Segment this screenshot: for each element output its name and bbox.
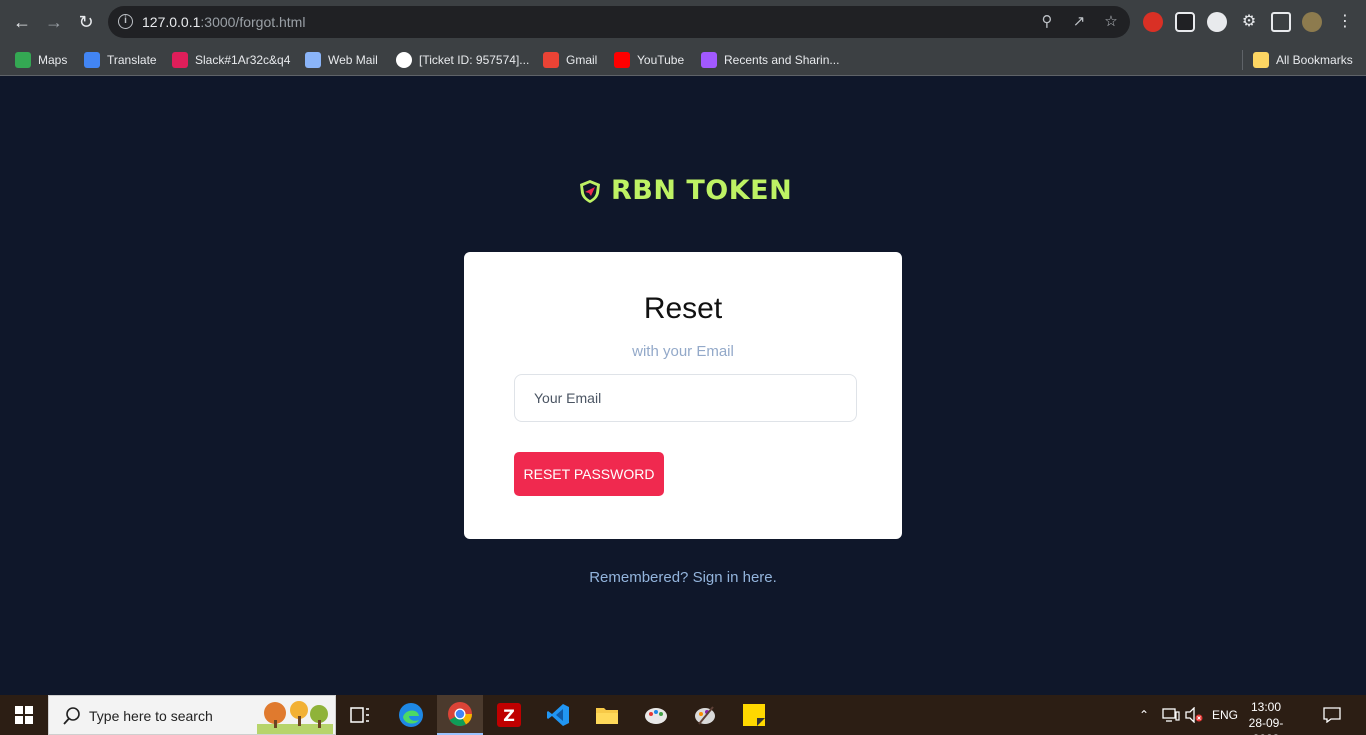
windows-logo-icon — [15, 706, 33, 724]
page-content: RBN TOKEN Reset with your Email RESET PA… — [0, 76, 1366, 695]
autumn-scene-icon — [257, 701, 333, 734]
chrome-icon — [448, 702, 472, 727]
page-title: Reset — [643, 292, 723, 325]
reset-card: Reset with your Email RESET PASSWORD — [464, 252, 902, 539]
menu-dots-icon[interactable]: ⋮ — [1334, 11, 1356, 33]
notification-icon — [1323, 707, 1341, 723]
paint-palette-icon — [645, 708, 667, 724]
bookmarks-divider — [1242, 50, 1243, 70]
bookmark-ticket[interactable]: [Ticket ID: 957574]... — [396, 50, 529, 70]
taskbar-search-box[interactable]: Type here to search — [48, 695, 336, 735]
input-language[interactable]: ENG — [1212, 695, 1238, 735]
site-info-icon[interactable]: i — [118, 14, 133, 29]
windows-start-button[interactable] — [0, 695, 48, 735]
taskbar-chrome[interactable] — [437, 695, 483, 735]
svg-text:Z: Z — [503, 706, 515, 725]
browser-toolbar: ← → ↻ i 127.0.0.1:3000/forgot.html ⚲ ↗ ☆… — [0, 0, 1366, 44]
figma-icon — [701, 52, 717, 68]
vscode-icon — [547, 704, 569, 726]
chevron-up-icon: ⌃ — [1139, 708, 1150, 722]
reset-password-button[interactable]: RESET PASSWORD — [514, 452, 664, 496]
adblock-extension-icon[interactable] — [1143, 12, 1163, 32]
taskbar-clock[interactable]: 13:00 28-09-2023 — [1238, 699, 1294, 735]
profile-avatar[interactable] — [1302, 12, 1322, 32]
eyedropper-extension-icon[interactable] — [1175, 12, 1195, 32]
network-status[interactable] — [1162, 695, 1180, 735]
gmail-icon — [543, 52, 559, 68]
brand-name: RBN TOKEN — [611, 175, 793, 206]
taskbar-file-explorer[interactable] — [584, 695, 630, 735]
edge-icon — [399, 703, 423, 727]
bookmarks-bar: Maps Translate Slack#1Ar32c&q4 Web Mail … — [0, 44, 1366, 76]
taskbar-sticky-notes[interactable] — [731, 695, 777, 735]
clock-date: 28-09-2023 — [1248, 716, 1284, 735]
bookmark-maps[interactable]: Maps — [15, 50, 67, 70]
clock-time: 13:00 — [1250, 700, 1282, 714]
all-bookmarks[interactable]: All Bookmarks — [1253, 50, 1353, 70]
bookmark-slack[interactable]: Slack#1Ar32c&q4 — [172, 50, 290, 70]
volume-status[interactable] — [1185, 695, 1203, 735]
task-view-button[interactable] — [337, 695, 383, 735]
address-bar[interactable]: i 127.0.0.1:3000/forgot.html ⚲ ↗ ☆ — [108, 6, 1130, 38]
slack-icon — [172, 52, 188, 68]
taskbar-paint[interactable] — [633, 695, 679, 735]
taskbar-vscode[interactable] — [535, 695, 581, 735]
maps-icon — [15, 52, 31, 68]
sign-in-link[interactable]: Remembered? Sign in here. — [0, 569, 1366, 586]
brand-logo[interactable]: RBN TOKEN — [577, 175, 792, 206]
bookmark-star-icon[interactable]: ☆ — [1102, 13, 1120, 31]
share-icon[interactable]: ↗ — [1070, 13, 1088, 31]
forward-arrow-icon[interactable]: → — [43, 11, 65, 33]
reload-icon[interactable]: ↻ — [75, 11, 97, 33]
search-icon — [63, 707, 80, 725]
taskbar: Type here to search Z ⌃ ENG 13:00 28-09- — [0, 695, 1366, 735]
youtube-icon — [614, 52, 630, 68]
taskbar-paint3d[interactable] — [682, 695, 728, 735]
bookmark-translate[interactable]: Translate — [84, 50, 157, 70]
zoom-icon[interactable]: ⚲ — [1038, 13, 1056, 31]
filezilla-icon: Z — [497, 703, 521, 727]
url-text[interactable]: 127.0.0.1:3000/forgot.html — [142, 14, 305, 30]
paint-brush-icon — [695, 706, 715, 725]
folder-icon — [596, 708, 618, 724]
email-field[interactable] — [514, 374, 857, 422]
google-icon — [396, 52, 412, 68]
translate-icon — [84, 52, 100, 68]
sticky-notes-icon — [743, 704, 765, 726]
bookmark-figma[interactable]: Recents and Sharin... — [701, 50, 839, 70]
show-hidden-icons-button[interactable]: ⌃ — [1139, 695, 1149, 735]
bookmark-youtube[interactable]: YouTube — [614, 50, 684, 70]
taskbar-edge[interactable] — [388, 695, 434, 735]
network-icon — [1162, 708, 1180, 722]
bookmark-gmail[interactable]: Gmail — [543, 50, 597, 70]
back-arrow-icon[interactable]: ← — [11, 11, 33, 33]
notifications-button[interactable] — [1323, 695, 1341, 735]
extension-icon[interactable] — [1207, 12, 1227, 32]
page-subtitle: with your Email — [632, 343, 734, 360]
mail-icon — [305, 52, 321, 68]
bookmark-webmail[interactable]: Web Mail — [305, 50, 378, 70]
taskbar-filezilla[interactable]: Z — [486, 695, 532, 735]
task-view-icon — [350, 707, 369, 723]
shield-icon — [580, 179, 600, 203]
puzzle-extensions-icon[interactable]: ⚙ — [1239, 12, 1259, 32]
search-placeholder: Type here to search — [89, 708, 213, 724]
speaker-muted-icon — [1185, 707, 1203, 723]
folder-icon — [1253, 52, 1269, 68]
side-panel-icon[interactable] — [1271, 12, 1291, 32]
